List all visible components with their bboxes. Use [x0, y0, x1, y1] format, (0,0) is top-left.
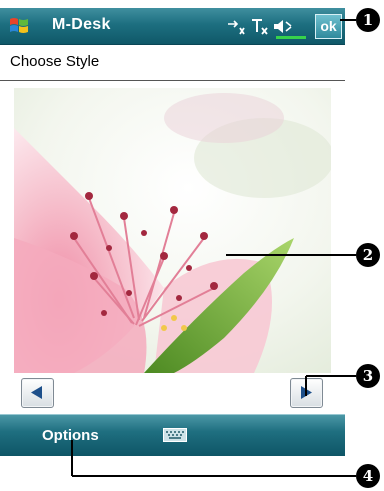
callout-badge-1: 1 — [356, 8, 380, 32]
callout-lines — [71, 19, 356, 477]
callout-badge-2: 2 — [356, 243, 380, 267]
callout-badge-3: 3 — [356, 364, 380, 388]
callout-badge-4: 4 — [356, 464, 380, 488]
